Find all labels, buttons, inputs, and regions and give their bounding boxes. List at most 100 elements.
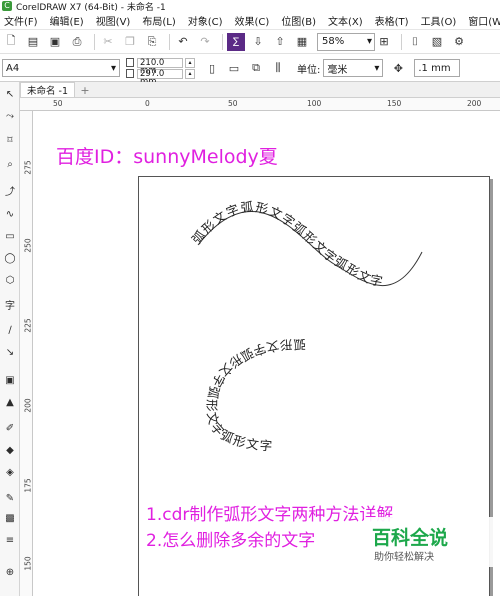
freehand-tool-icon[interactable]: ⤴ — [2, 182, 18, 198]
artistic-media-tool-icon[interactable]: ∿ — [2, 206, 18, 222]
new-document-icon[interactable]: 🗋 — [2, 33, 20, 51]
caption-line-1[interactable]: 1.cdr制作弧形文字两种方法详解 — [146, 500, 393, 525]
page-height-field[interactable]: 297.0 mm — [137, 68, 183, 86]
curve-arc-textpath: 弧形文字弧形文字弧形文字弧形文字 — [204, 337, 304, 454]
page-width-icon — [126, 58, 134, 67]
menu-tools[interactable]: 工具(O) — [421, 13, 457, 28]
paste-icon[interactable]: ⎘ — [143, 33, 161, 51]
nudge-distance-field[interactable]: .1 mm — [414, 59, 461, 77]
menu-effects[interactable]: 效果(C) — [235, 13, 270, 28]
import-icon[interactable]: ⇩ — [249, 33, 267, 51]
tab-document[interactable]: 未命名 -1 — [20, 82, 75, 97]
menu-bar: 文件(F) 编辑(E) 视图(V) 布局(L) 对象(C) 效果(C) 位图(B… — [0, 12, 500, 30]
chevron-down-icon: ▾ — [110, 62, 116, 74]
current-page-icon[interactable]: ⫼ — [269, 59, 287, 77]
drawing-canvas[interactable]: 百度ID：sunnyMelody夏 弧形文字弧形文字弧形文字弧形文字 弧形文字弧… — [34, 112, 500, 596]
units-label: 单位: — [297, 64, 321, 76]
units-select[interactable]: 毫米 ▾ — [323, 59, 384, 77]
ruler-h-label: 200 — [467, 99, 482, 108]
ruler-v-label: 200 — [23, 398, 33, 413]
ruler-v-label: 250 — [23, 238, 33, 253]
undo-icon[interactable]: ↶ — [174, 33, 192, 51]
save-icon[interactable]: ▣ — [46, 33, 64, 51]
connector-tool-icon[interactable]: ↘ — [2, 344, 18, 360]
mesh-fill-tool-icon[interactable]: ▩ — [2, 510, 18, 526]
ruler-v-label: 275 — [23, 160, 33, 175]
menu-layout[interactable]: 布局(L) — [142, 13, 175, 28]
nudge-icon: ✥ — [393, 61, 403, 75]
export-icon[interactable]: ⇧ — [271, 33, 289, 51]
full-screen-icon[interactable]: ⊞ — [375, 33, 393, 51]
page-size-value: A4 — [6, 62, 20, 74]
shape-tool-icon[interactable]: ⤳ — [2, 108, 18, 124]
menu-edit[interactable]: 编辑(E) — [50, 13, 84, 28]
publish-pdf-icon[interactable]: ▦ — [293, 33, 311, 51]
cut-icon[interactable]: ✂ — [99, 33, 117, 51]
ellipse-tool-icon[interactable]: ◯ — [2, 250, 18, 266]
color-eyedropper-tool-icon[interactable]: ✐ — [2, 420, 18, 436]
zoom-level-value: 58% — [322, 36, 345, 47]
toolbox: ↖ ⤳ ⌑ ⌕ ⤴ ∿ ▭ ◯ ⬡ 字 ∕ ↘ ▣ ▲ ✐ ◆ ◈ ✎ ▩ ≡ … — [0, 82, 20, 596]
menu-file[interactable]: 文件(F) — [4, 13, 38, 28]
chevron-down-icon: ▾ — [374, 62, 380, 74]
outline-pen-tool-icon[interactable]: ✎ — [2, 490, 18, 506]
horizontal-ruler[interactable]: 50 0 50 100 150 200 — [20, 98, 500, 111]
page-width-field[interactable]: 210.0 mm — [137, 57, 183, 75]
print-icon[interactable]: ⎙ — [68, 33, 86, 51]
toolbar-divider — [222, 33, 223, 50]
search-content-icon[interactable]: ∑ — [227, 32, 245, 51]
snap-to-icon[interactable]: ⌷ — [406, 33, 424, 51]
curve-arc-text[interactable]: 弧形文字弧形文字弧形文字弧形文字 — [204, 337, 306, 454]
caption-line-2[interactable]: 2.怎么删除多余的文字 — [146, 526, 315, 551]
redo-icon[interactable]: ↷ — [196, 33, 214, 51]
menu-bitmaps[interactable]: 位图(B) — [281, 13, 316, 28]
ruler-h-label: 50 — [228, 99, 238, 108]
add-tool-icon[interactable]: ⊕ — [2, 564, 18, 580]
ruler-h-label: 50 — [53, 99, 63, 108]
zoom-tool-icon[interactable]: ⌕ — [2, 156, 18, 172]
align-tool-icon[interactable]: ≡ — [2, 532, 18, 548]
add-tab-button[interactable]: + — [77, 83, 93, 97]
landscape-orientation-icon[interactable]: ▭ — [225, 59, 243, 77]
copy-icon[interactable]: ❐ — [121, 33, 139, 51]
height-spinner[interactable]: ▴ — [185, 68, 195, 79]
page-size-select[interactable]: A4 ▾ — [2, 59, 120, 77]
property-bar: A4 ▾ 210.0 mm ▴ 297.0 mm ▴ ▯ ▭ ⧉ ⫼ 单位: 毫… — [0, 55, 500, 86]
menu-view[interactable]: 视图(V) — [96, 13, 131, 28]
polygon-tool-icon[interactable]: ⬡ — [2, 272, 18, 288]
portrait-orientation-icon[interactable]: ▯ — [203, 59, 221, 77]
ruler-h-label: 150 — [387, 99, 402, 108]
view-mode-icon[interactable]: ▧ — [428, 33, 446, 51]
menu-table[interactable]: 表格(T) — [375, 13, 409, 28]
toolbar-divider — [169, 33, 170, 50]
vertical-ruler[interactable]: 275 250 225 200 175 150 — [20, 111, 33, 596]
menu-object[interactable]: 对象(C) — [188, 13, 223, 28]
wave-arc-text[interactable]: 弧形文字弧形文字弧形文字弧形文字 — [189, 199, 385, 289]
ruler-v-label: 225 — [23, 318, 33, 333]
menu-window[interactable]: 窗口(W — [468, 13, 500, 28]
width-spinner[interactable]: ▴ — [185, 57, 195, 68]
wave-arc-textpath: 弧形文字弧形文字弧形文字弧形文字 — [189, 199, 384, 289]
page-dimensions: 210.0 mm ▴ 297.0 mm ▴ — [126, 57, 195, 86]
rectangle-tool-icon[interactable]: ▭ — [2, 228, 18, 244]
toolbar-divider — [401, 33, 402, 50]
toolbar-divider — [94, 33, 95, 50]
zoom-level-select[interactable]: 58% ▾ — [317, 32, 375, 51]
drop-shadow-tool-icon[interactable]: ▣ — [2, 372, 18, 388]
all-pages-icon[interactable]: ⧉ — [247, 59, 265, 77]
crop-tool-icon[interactable]: ⌑ — [2, 132, 18, 148]
wave-path[interactable] — [197, 210, 423, 286]
standard-toolbar: 🗋 ▤ ▣ ⎙ ✂ ❐ ⎘ ↶ ↷ ∑ ⇩ ⇧ ▦ 58% ▾ ⊞ ⌷ ▧ ⚙ — [0, 30, 500, 54]
nudge-distance-value: .1 mm — [418, 62, 451, 74]
smart-fill-tool-icon[interactable]: ◈ — [2, 464, 18, 480]
interactive-fill-tool-icon[interactable]: ◆ — [2, 442, 18, 458]
menu-text[interactable]: 文本(X) — [328, 13, 363, 28]
open-folder-icon[interactable]: ▤ — [24, 33, 42, 51]
pick-tool-icon[interactable]: ↖ — [2, 86, 18, 102]
options-icon[interactable]: ⚙ — [450, 33, 468, 51]
transparency-tool-icon[interactable]: ▲ — [2, 394, 18, 410]
text-tool-icon[interactable]: 字 — [2, 296, 18, 312]
watermark: 百科全说 助你轻松解决 — [364, 517, 500, 567]
units-value: 毫米 — [327, 64, 348, 76]
parallel-dimension-tool-icon[interactable]: ∕ — [2, 322, 18, 338]
